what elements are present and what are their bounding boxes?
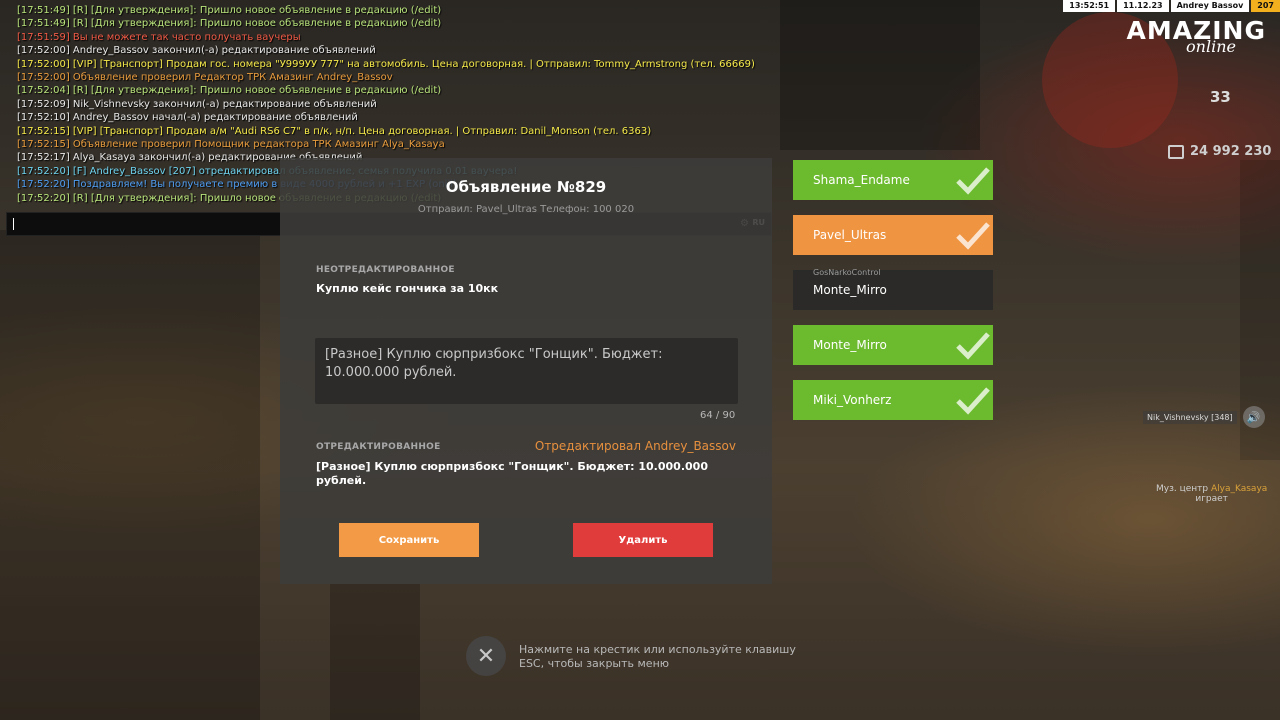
music-player: Alya_Kasaya (1210, 484, 1268, 494)
chat-line: [17:52:00] Объявление проверил Редактор … (17, 72, 393, 84)
close-hint-text: Нажмите на крестик или используйте клави… (519, 643, 796, 670)
editor-name: Pavel_Ultras (813, 228, 887, 242)
edited-label: ОТРЕДАКТИРОВАННОЕ (316, 442, 441, 452)
edited-by: Отредактировал Andrey_Bassov (534, 439, 736, 453)
chat-line: [17:52:00] [VIP] [Транспорт] Продам гос.… (17, 58, 755, 70)
chat-line: [17:52:09] Nik_Vishnevsky закончил(-а) р… (17, 98, 377, 110)
chat-line: [17:52:15] [VIP] [Транспорт] Продам а/м … (17, 125, 652, 137)
voice-indicator: Nik_Vishnevsky [348] 🔊 (1143, 406, 1265, 428)
checkmark-icon (956, 387, 990, 415)
delete-button[interactable]: Удалить (573, 523, 713, 557)
checkmark-icon (956, 222, 990, 250)
editor-name: Monte_Mirro (813, 283, 887, 297)
music-line2: играет (1195, 494, 1228, 504)
editor-item[interactable]: GosNarkoControl Monte_Mirro (793, 268, 993, 310)
editor-item[interactable]: Miki_Vonherz (793, 380, 993, 420)
status-bar: 13:52:51 11.12.23 Andrey Bassov 207 (1061, 0, 1280, 12)
chat-line: [17:51:59] Вы не можете так часто получа… (17, 31, 301, 43)
editor-name: Shama_Endame (813, 173, 910, 187)
save-button[interactable]: Сохранить (339, 523, 479, 557)
wallet-icon (1168, 144, 1184, 159)
chat-line: [17:51:49] [R] [Для утверждения]: Пришло… (17, 5, 442, 16)
chat-line: [17:52:04] [R] [Для утверждения]: Пришло… (17, 85, 442, 97)
speaker-icon: 🔊 (1242, 406, 1265, 428)
money-display: 24 992 230 (1168, 144, 1271, 159)
modal-title: Объявление №829 (445, 178, 607, 196)
edit-textarea[interactable]: [Разное] Куплю сюрпризбокс "Гонщик". Бюд… (315, 338, 738, 404)
original-label: НЕОТРЕДАКТИРОВАННОЕ (316, 265, 455, 275)
chat-line: [17:52:15] Объявление проверил Помощник … (17, 139, 445, 151)
player-name: Andrey Bassov (1170, 0, 1250, 12)
edit-textarea-value: [Разное] Куплю сюрпризбокс "Гонщик". Бюд… (325, 347, 663, 380)
editor-tag: GosNarkoControl (813, 268, 881, 277)
time-display: 13:52:51 (1063, 0, 1116, 12)
music-line1: Муз. центр (1156, 484, 1209, 494)
editor-name: Miki_Vonherz (813, 393, 892, 407)
sender-info: Отправил: Pavel_Ultras Телефон: 100 020 (417, 204, 635, 215)
original-text: Куплю кейс гончика за 10кк (316, 282, 499, 295)
money-value: 24 992 230 (1190, 144, 1272, 159)
server-logo: AMAZING online (1127, 16, 1266, 56)
editor-item[interactable]: Shama_Endame (793, 160, 993, 200)
editor-item[interactable]: Pavel_Ultras (793, 215, 993, 255)
editor-name: Monte_Mirro (813, 338, 887, 352)
announcement-editor-modal: Объявление №829 Отправил: Pavel_Ultras Т… (280, 158, 772, 584)
date-display: 11.12.23 (1117, 0, 1169, 12)
char-counter: 64 / 90 (700, 410, 736, 421)
voice-player-name: Nik_Vishnevsky [348] (1143, 410, 1237, 424)
checkmark-icon (956, 167, 990, 195)
hud-number: 33 (1210, 88, 1231, 106)
chat-line: [17:51:49] [R] [Для утверждения]: Пришло… (17, 18, 442, 30)
checkmark-icon (956, 332, 990, 360)
player-level: 207 (1251, 0, 1280, 12)
text-caret (13, 218, 14, 230)
chat-line: [17:52:00] Andrey_Bassov закончил(-а) ре… (17, 45, 376, 57)
editor-item[interactable]: Monte_Mirro (793, 325, 993, 365)
chat-line: [17:52:10] Andrey_Bassov начал(-а) редак… (17, 112, 358, 124)
close-icon[interactable]: ✕ (466, 636, 506, 676)
edited-text: [Разное] Куплю сюрпризбокс "Гонщик". Бюд… (316, 460, 708, 487)
music-center-label: Муз. центр Alya_Kasaya играет (1156, 484, 1267, 504)
